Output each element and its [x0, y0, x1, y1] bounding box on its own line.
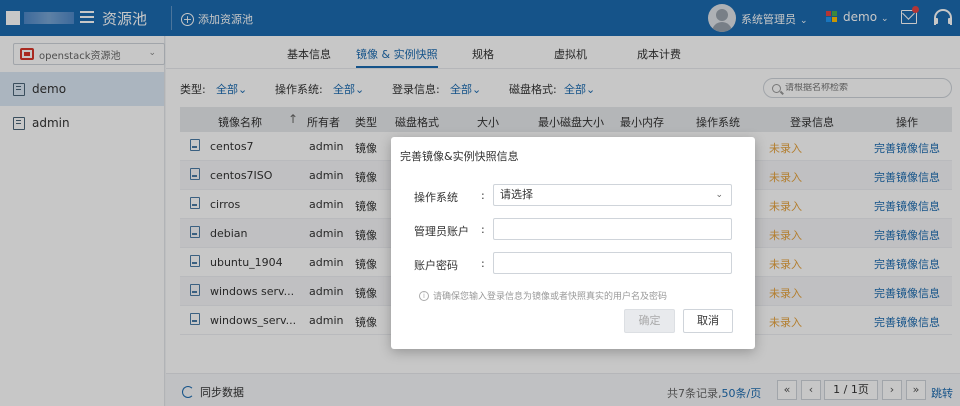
chevron-down-icon: ⌄: [715, 190, 723, 200]
cancel-button[interactable]: 取消: [683, 309, 733, 333]
admin-account-row: 管理员账户 :: [414, 218, 734, 240]
password-colon: :: [481, 257, 485, 270]
admin-account-colon: :: [481, 223, 485, 236]
hint-text: 请确保您输入登录信息为镜像或者快照真实的用户名及密码: [433, 292, 668, 302]
password-row: 账户密码 :: [414, 252, 734, 274]
password-label: 账户密码: [414, 259, 458, 272]
os-field-colon: :: [481, 189, 485, 202]
admin-account-label: 管理员账户: [414, 225, 469, 238]
hint-text-row: i 请确保您输入登录信息为镜像或者快照真实的用户名及密码: [419, 289, 667, 302]
info-icon: i: [419, 290, 429, 301]
os-select[interactable]: 请选择 ⌄: [493, 184, 732, 206]
complete-image-info-dialog: 完善镜像&实例快照信息 操作系统 : 请选择 ⌄ 管理员账户 : 账户密码 : …: [391, 137, 755, 349]
admin-account-input[interactable]: [493, 218, 732, 240]
os-select-value: 请选择: [500, 188, 533, 201]
os-field-label: 操作系统: [414, 191, 458, 204]
dialog-title: 完善镜像&实例快照信息: [400, 150, 519, 163]
os-field-row: 操作系统 : 请选择 ⌄: [414, 184, 734, 206]
confirm-button[interactable]: 确定: [624, 309, 675, 333]
password-input[interactable]: [493, 252, 732, 274]
